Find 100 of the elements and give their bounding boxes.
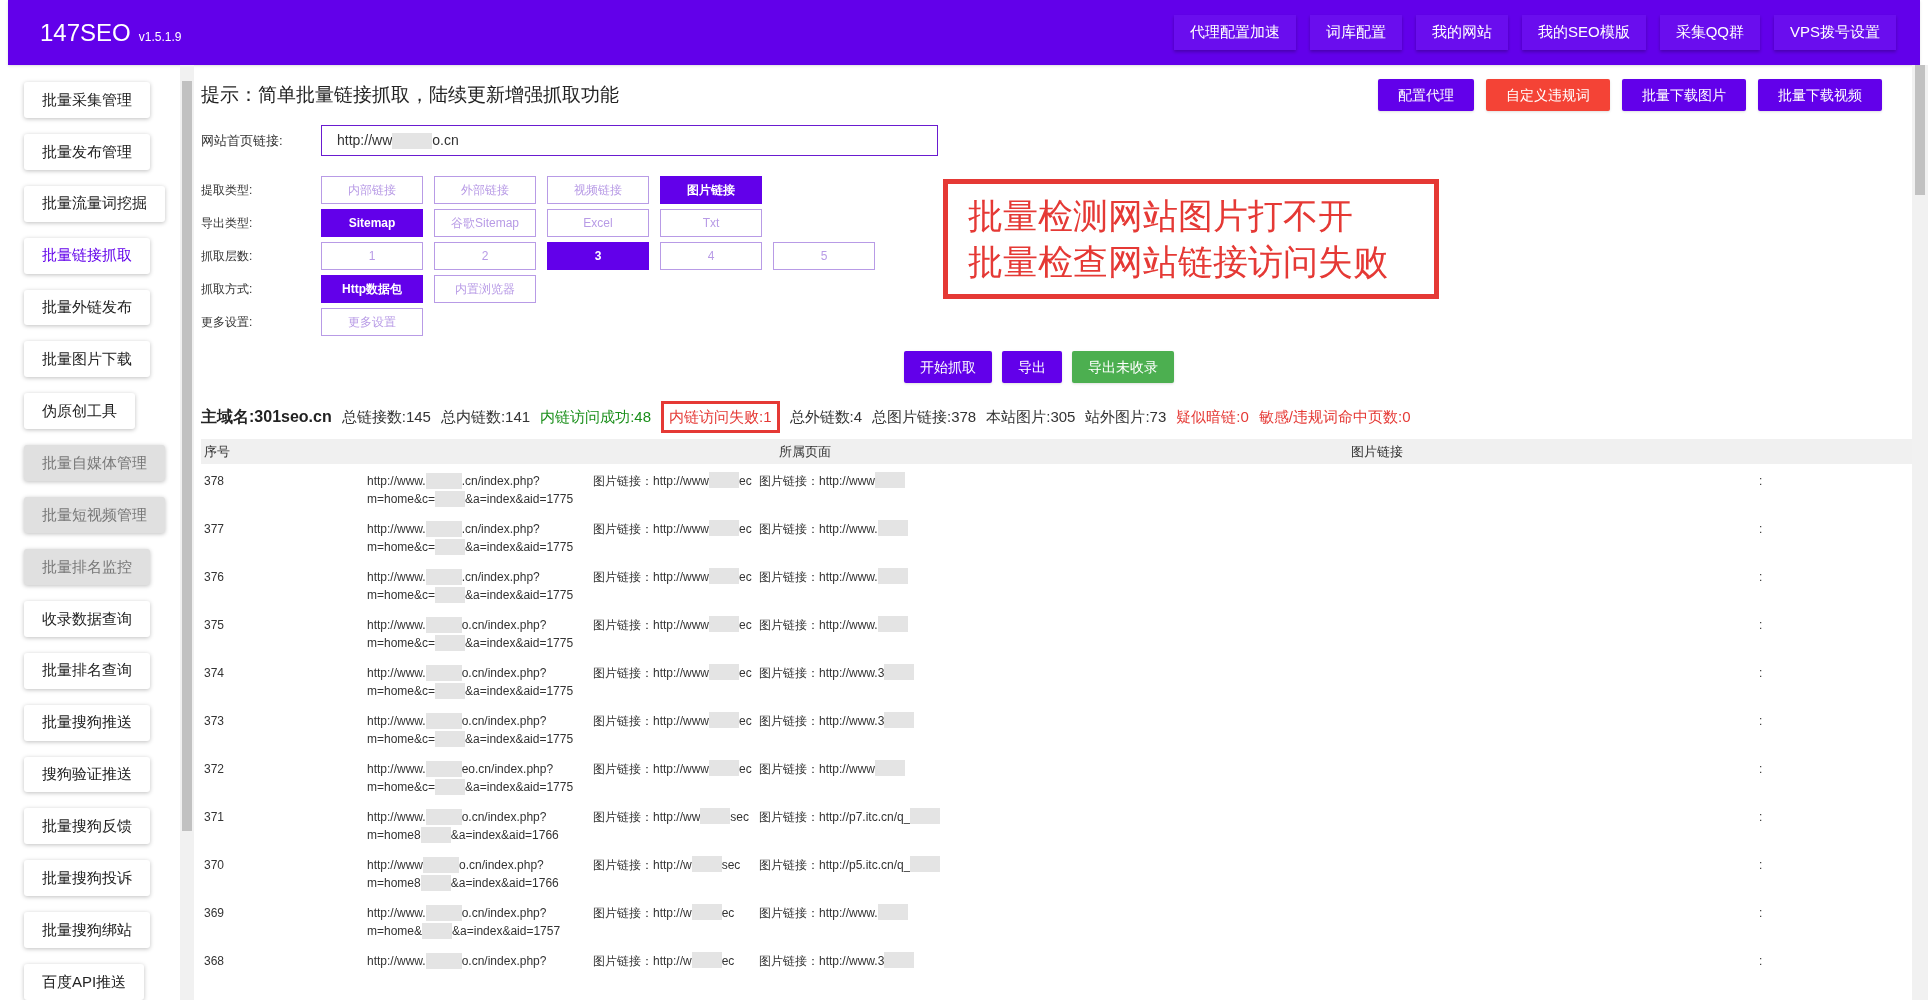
blur-patch xyxy=(884,664,915,680)
sidebar-item[interactable]: 批量图片下载 xyxy=(24,341,150,378)
blur-patch xyxy=(709,664,739,680)
url-input-field[interactable]: http://ww o.cn xyxy=(321,125,938,156)
stat-text: 站外图片:73 xyxy=(1085,406,1167,427)
sidebar-item[interactable]: 批量搜狗绑站 xyxy=(24,912,150,949)
page-url-text: &a=index&aid=1775 xyxy=(465,587,574,604)
blur-patch xyxy=(435,539,466,555)
sidebar-item[interactable]: 批量搜狗投诉 xyxy=(24,860,150,897)
page-url-text: eo.cn/index.php? xyxy=(461,761,554,778)
option-button[interactable]: Http数据包 xyxy=(321,275,423,303)
blur-patch xyxy=(392,132,433,149)
image-link-text: sec xyxy=(721,857,741,874)
table-cell-text: : xyxy=(1759,809,1763,826)
sidebar-item[interactable]: 批量排名查询 xyxy=(24,652,150,689)
nav-button[interactable]: 代理配置加速 xyxy=(1173,15,1296,50)
blur-patch xyxy=(691,952,722,968)
image-link-text: 图片链接：http://w xyxy=(593,953,692,970)
nav-button[interactable]: 我的网站 xyxy=(1415,15,1508,50)
blur-patch xyxy=(435,731,466,747)
column-header: 所属页面 xyxy=(779,442,832,461)
page-url-text: http://www xyxy=(367,857,423,874)
image-link-text: ec xyxy=(739,713,752,730)
page-url-text: &a=index&aid=1775 xyxy=(465,683,574,700)
image-link-text: 图片链接：http://www. xyxy=(759,905,878,922)
column-header: 图片链接 xyxy=(1351,442,1403,461)
sidebar-item[interactable]: 百度API推送 xyxy=(24,964,145,1000)
blur-patch xyxy=(910,856,941,872)
page-url-text: http://www. xyxy=(367,569,426,586)
sidebar-item[interactable]: 批量发布管理 xyxy=(24,133,150,170)
blur-patch xyxy=(425,569,462,585)
sidebar-item[interactable]: 批量流量词挖掘 xyxy=(24,185,165,222)
blur-patch xyxy=(435,779,466,795)
stat-text: 总外链数:4 xyxy=(789,406,862,427)
page-url-text: &a=index&aid=1766 xyxy=(450,875,559,892)
table-cell-text: 375 xyxy=(203,617,226,634)
page-url-text: &a=index&aid=1775 xyxy=(465,731,574,748)
toolbar-button[interactable]: 批量下载图片 xyxy=(1622,79,1746,111)
toolbar-button[interactable]: 配置代理 xyxy=(1378,79,1474,111)
image-link-text: 图片链接：http://w xyxy=(593,857,692,874)
image-link-text: 图片链接：http://w xyxy=(593,905,692,922)
table-cell-text: 368 xyxy=(203,953,226,970)
blur-patch xyxy=(877,568,908,584)
toolbar-button[interactable]: 自定义违规词 xyxy=(1486,79,1610,111)
table-cell-text: 370 xyxy=(203,857,226,874)
option-button[interactable]: Sitemap xyxy=(321,209,423,237)
nav-button[interactable]: VPS拨号设置 xyxy=(1774,15,1896,50)
image-link-text: ec xyxy=(739,665,752,682)
toolbar-button[interactable]: 批量下载视频 xyxy=(1758,79,1882,111)
sidebar-item[interactable]: 批量采集管理 xyxy=(24,82,150,118)
table-cell-text: : xyxy=(1759,521,1763,538)
field-label: 更多设置: xyxy=(201,314,254,331)
image-link-text: ec xyxy=(739,761,752,778)
blur-patch xyxy=(709,520,739,536)
scrollbar-thumb[interactable] xyxy=(182,81,192,831)
nav-button[interactable]: 词库配置 xyxy=(1309,15,1402,50)
table-cell-text: 377 xyxy=(203,521,226,538)
option-button[interactable]: 图片链接 xyxy=(660,176,762,204)
image-link-text: sec xyxy=(730,809,750,826)
blur-patch xyxy=(700,808,731,824)
sidebar-item[interactable]: 批量外链发布 xyxy=(24,289,150,326)
nav-button[interactable]: 我的SEO模版 xyxy=(1521,15,1646,50)
scrollbar-thumb[interactable] xyxy=(1915,65,1925,195)
image-link-text: 图片链接：http://www xyxy=(759,473,875,490)
sidebar-item[interactable]: 批量搜狗推送 xyxy=(24,704,150,741)
page-url-text: o.cn/index.php? xyxy=(461,617,547,634)
sidebar-item[interactable]: 批量搜狗反馈 xyxy=(24,808,150,845)
column-header: 序号 xyxy=(203,442,231,461)
table-cell-text: 371 xyxy=(203,809,226,826)
action-button[interactable]: 开始抓取 xyxy=(904,351,992,383)
blur-patch xyxy=(435,683,466,699)
domain-label: 主域名:301seo.cn xyxy=(201,407,332,427)
blur-patch xyxy=(691,856,722,872)
blur-patch xyxy=(425,809,462,825)
sidebar-item[interactable]: 搜狗验证推送 xyxy=(24,756,150,793)
option-button[interactable]: 3 xyxy=(547,242,649,270)
blur-patch xyxy=(910,808,941,824)
table-cell-text: 376 xyxy=(203,569,226,586)
page-url-text: .cn/index.php? xyxy=(461,473,540,490)
sidebar-item[interactable]: 收录数据查询 xyxy=(24,600,150,637)
page-url-text: http://www. xyxy=(367,905,426,922)
annotation-text: 批量检查网站链接访问失败 xyxy=(968,241,1389,283)
sidebar-item[interactable]: 伪原创工具 xyxy=(24,393,135,430)
nav-button[interactable]: 采集QQ群 xyxy=(1659,15,1760,50)
version-label: v1.5.1.9 xyxy=(138,28,182,46)
field-label: 抓取层数: xyxy=(201,248,254,265)
page-url-text: http://www. xyxy=(367,665,426,682)
page-url-text: .cn/index.php? xyxy=(461,521,540,538)
annotation-text: 批量检测网站图片打不开 xyxy=(968,195,1354,237)
sidebar-item[interactable]: 批量链接抓取 xyxy=(24,237,150,274)
table-cell-text: : xyxy=(1759,857,1763,874)
page-url-text: m=home&c= xyxy=(367,539,436,556)
page-url-text: m=home&c= xyxy=(367,635,436,652)
action-button[interactable]: 导出 xyxy=(1002,351,1062,383)
page-url-text: m=home& xyxy=(367,923,423,940)
image-link-text: 图片链接：http://www xyxy=(593,761,709,778)
blur-patch xyxy=(435,491,466,507)
table-cell-text: : xyxy=(1759,569,1763,586)
app-logo: 147SEO xyxy=(40,17,131,48)
field-label: 提取类型: xyxy=(201,182,254,199)
